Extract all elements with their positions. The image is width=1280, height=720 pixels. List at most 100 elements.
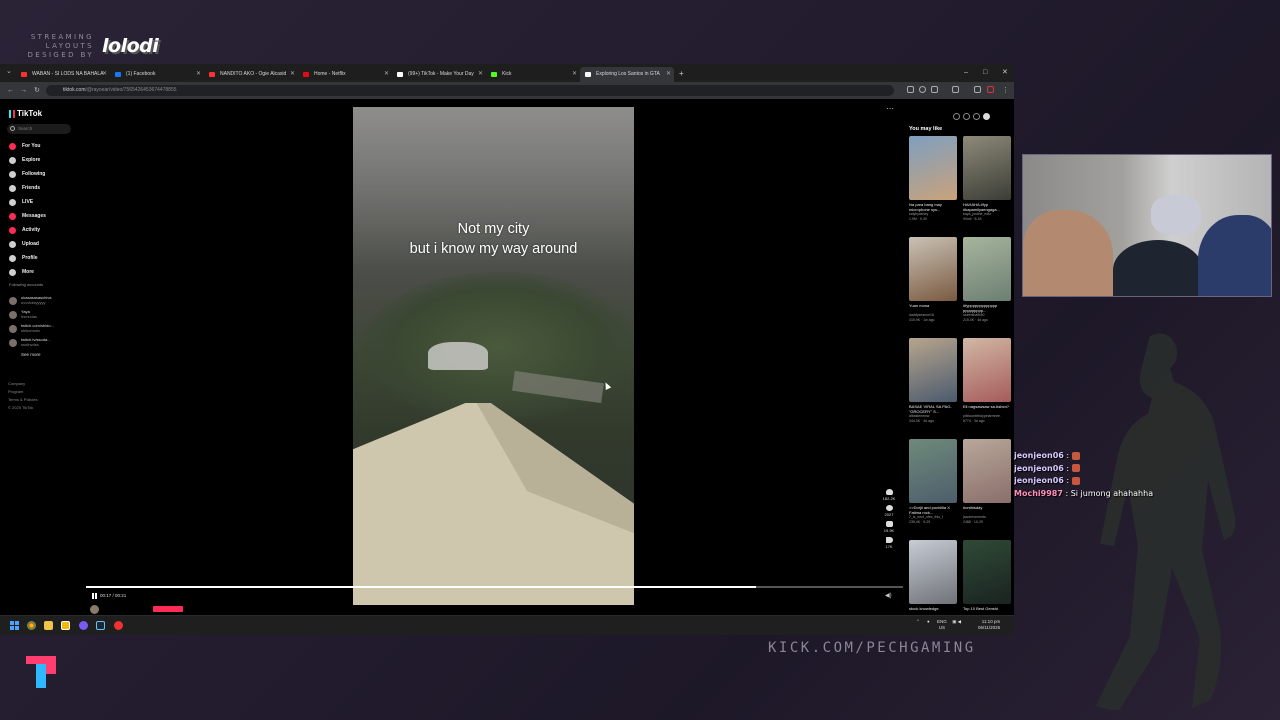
taskbar-clock[interactable]: 11:10 pm 06/11/2025: [978, 619, 1000, 631]
following-account[interactable]: ukasasasaschiva uvvvtolsyyyyy: [9, 295, 51, 309]
settings-icon[interactable]: [953, 113, 960, 120]
browser-tab[interactable]: Kick ✕: [486, 67, 580, 82]
close-tab-icon[interactable]: ✕: [572, 67, 577, 82]
recommended-video-card[interactable]: >>Dorjil and pochillia X Fatima rock... 2…: [909, 439, 957, 524]
recommended-video-card[interactable]: #onthisday jasonmoments 2488 · 10-29: [963, 439, 1011, 524]
nav-friends[interactable]: Friends: [8, 183, 40, 193]
speaker-icon[interactable]: ◀: [958, 619, 961, 624]
nav-more[interactable]: More: [8, 267, 34, 277]
windows-start-icon[interactable]: [10, 621, 19, 630]
obs-icon[interactable]: [114, 621, 123, 630]
close-tab-icon[interactable]: ✕: [102, 67, 107, 82]
mic-icon[interactable]: ●: [927, 619, 930, 624]
video-title[interactable]: BASAE VIRAL SA PAG-"GROCERY" S...: [909, 404, 957, 414]
nav-profile[interactable]: Profile: [8, 253, 38, 263]
video-title[interactable]: stock knowledge: [909, 606, 957, 615]
recommended-video-card[interactable]: HAHAHA #fyp #kapamilyaengaga... kaya_just…: [963, 136, 1011, 221]
nav-live[interactable]: LIVE: [8, 197, 33, 207]
tiktok-logo[interactable]: TikTok: [9, 109, 42, 118]
notifications-icon[interactable]: [963, 113, 970, 120]
close-tab-icon[interactable]: ✕: [384, 67, 389, 82]
address-bar[interactable]: tiktok.com/@rayoear/video/75654264536744…: [46, 85, 894, 96]
recommended-video-card[interactable]: stock knowledge: [909, 540, 957, 615]
browser-tab[interactable]: Home - Netflix ✕: [298, 67, 392, 82]
share-button[interactable]: 17K: [880, 537, 898, 549]
tab-search-icon[interactable]: ⌄: [6, 66, 12, 77]
pause-icon[interactable]: [92, 592, 97, 599]
browser-tab-active[interactable]: Exploring Los Santos in GTA ✕: [580, 67, 674, 82]
footer-link-terms[interactable]: Terms & Policies: [8, 396, 38, 404]
extensions-icon[interactable]: [952, 86, 959, 93]
video-thumbnail[interactable]: [963, 338, 1011, 402]
cast-icon[interactable]: [907, 86, 914, 93]
search-input[interactable]: Search: [7, 124, 71, 134]
forward-icon[interactable]: →: [20, 85, 27, 96]
video-title[interactable]: Top 10 Best Genshi: [963, 606, 1011, 615]
nav-messages[interactable]: Messages: [8, 211, 46, 221]
back-icon[interactable]: ←: [7, 85, 14, 96]
video-thumbnail[interactable]: [909, 439, 957, 503]
close-window-button[interactable]: ✕: [1002, 66, 1008, 80]
like-button[interactable]: 182.2K: [880, 489, 898, 501]
nav-for-you[interactable]: For You: [8, 141, 40, 151]
video-title[interactable]: #onthisday: [963, 505, 1011, 515]
video-thumbnail[interactable]: [909, 237, 957, 301]
video-title[interactable]: #fyppppppppppppp ppppppppp...: [963, 303, 1011, 313]
network-icon[interactable]: ▣: [952, 619, 956, 624]
footer-link-company[interactable]: Company: [8, 380, 38, 388]
bookmark-star-icon[interactable]: [931, 86, 938, 93]
recommended-video-card[interactable]: Eli nagsawsaw sa Asbcn? pibbconfebdypelar…: [963, 338, 1011, 423]
video-title[interactable]: >>Dorjil and pochillia X Fatima rock...: [909, 505, 957, 515]
browser-tab[interactable]: (1) Facebook ✕: [110, 67, 204, 82]
save-button[interactable]: 19.9K: [880, 521, 898, 533]
video-thumbnail[interactable]: [909, 540, 957, 604]
recommended-video-card[interactable]: Top 10 Best Genshi: [963, 540, 1011, 615]
chrome-icon[interactable]: [27, 621, 36, 630]
volume-icon[interactable]: ◀): [885, 592, 892, 599]
following-account[interactable]: twitch.tv/ssoda... ssothvdss: [9, 337, 51, 351]
nav-activity[interactable]: Activity: [8, 225, 40, 235]
recommended-video-card[interactable]: Na para bang may microphone sys... kaiyhy…: [909, 136, 957, 221]
avatar[interactable]: [983, 113, 990, 120]
file-explorer-icon[interactable]: [44, 621, 53, 630]
nav-following[interactable]: Following: [8, 169, 45, 179]
close-tab-icon[interactable]: ✕: [196, 67, 201, 82]
recommended-video-card[interactable]: BASAE VIRAL SA PAG-"GROCERY" S... albaste…: [909, 338, 957, 423]
maximize-button[interactable]: □: [983, 66, 987, 80]
minimize-button[interactable]: –: [964, 66, 968, 80]
video-thumbnail[interactable]: [909, 338, 957, 402]
tray-chevron-icon[interactable]: ⌃: [916, 619, 920, 624]
video-thumbnail[interactable]: [963, 439, 1011, 503]
close-tab-icon[interactable]: ✕: [666, 67, 671, 82]
following-account[interactable]: Yaya hsmrclas: [9, 309, 37, 323]
zoom-icon[interactable]: [919, 86, 926, 93]
comment-button[interactable]: 2027: [880, 505, 898, 517]
video-thumbnail[interactable]: [909, 136, 957, 200]
video-thumbnail[interactable]: [963, 136, 1011, 200]
browser-tab[interactable]: (99+) TikTok - Make Your Day ✕: [392, 67, 486, 82]
video-thumbnail[interactable]: [963, 237, 1011, 301]
steam-icon[interactable]: [96, 621, 105, 630]
video-title[interactable]: Na para bang may microphone sys...: [909, 202, 957, 212]
video-thumbnail[interactable]: [963, 540, 1011, 604]
video-title[interactable]: Yuan mona: [909, 303, 957, 313]
recommended-video-card[interactable]: Yuan mona daddyseanne16 415.9K · 1w ago: [909, 237, 957, 322]
browser-tab[interactable]: WABAN - SI LODS NA BAHALA ✕: [16, 67, 110, 82]
browser-tab[interactable]: NANDITO AKO - Ogie Alcasid ✕: [204, 67, 298, 82]
following-account[interactable]: twitch.com/shido... shikomoric: [9, 323, 54, 337]
new-tab-button[interactable]: +: [679, 67, 684, 81]
avatar[interactable]: [90, 605, 99, 614]
reload-icon[interactable]: ↻: [34, 85, 40, 96]
follow-button[interactable]: [153, 606, 183, 612]
video-title[interactable]: Eli nagsawsaw sa Asbcn?: [963, 404, 1011, 414]
language-indicator[interactable]: ENG US: [937, 619, 947, 631]
discord-icon[interactable]: [79, 621, 88, 630]
more-options-icon[interactable]: ⋯: [886, 104, 894, 113]
close-tab-icon[interactable]: ✕: [478, 67, 483, 82]
video-progress-bar[interactable]: [86, 586, 903, 588]
recommended-video-card[interactable]: #fyppppppppppppp ppppppppp... useentha9r8…: [963, 237, 1011, 322]
profile-icon[interactable]: [987, 86, 994, 93]
inbox-icon[interactable]: [973, 113, 980, 120]
video-player[interactable]: Not my city but i know my way around: [353, 107, 634, 605]
sticky-app-icon[interactable]: [61, 621, 70, 630]
